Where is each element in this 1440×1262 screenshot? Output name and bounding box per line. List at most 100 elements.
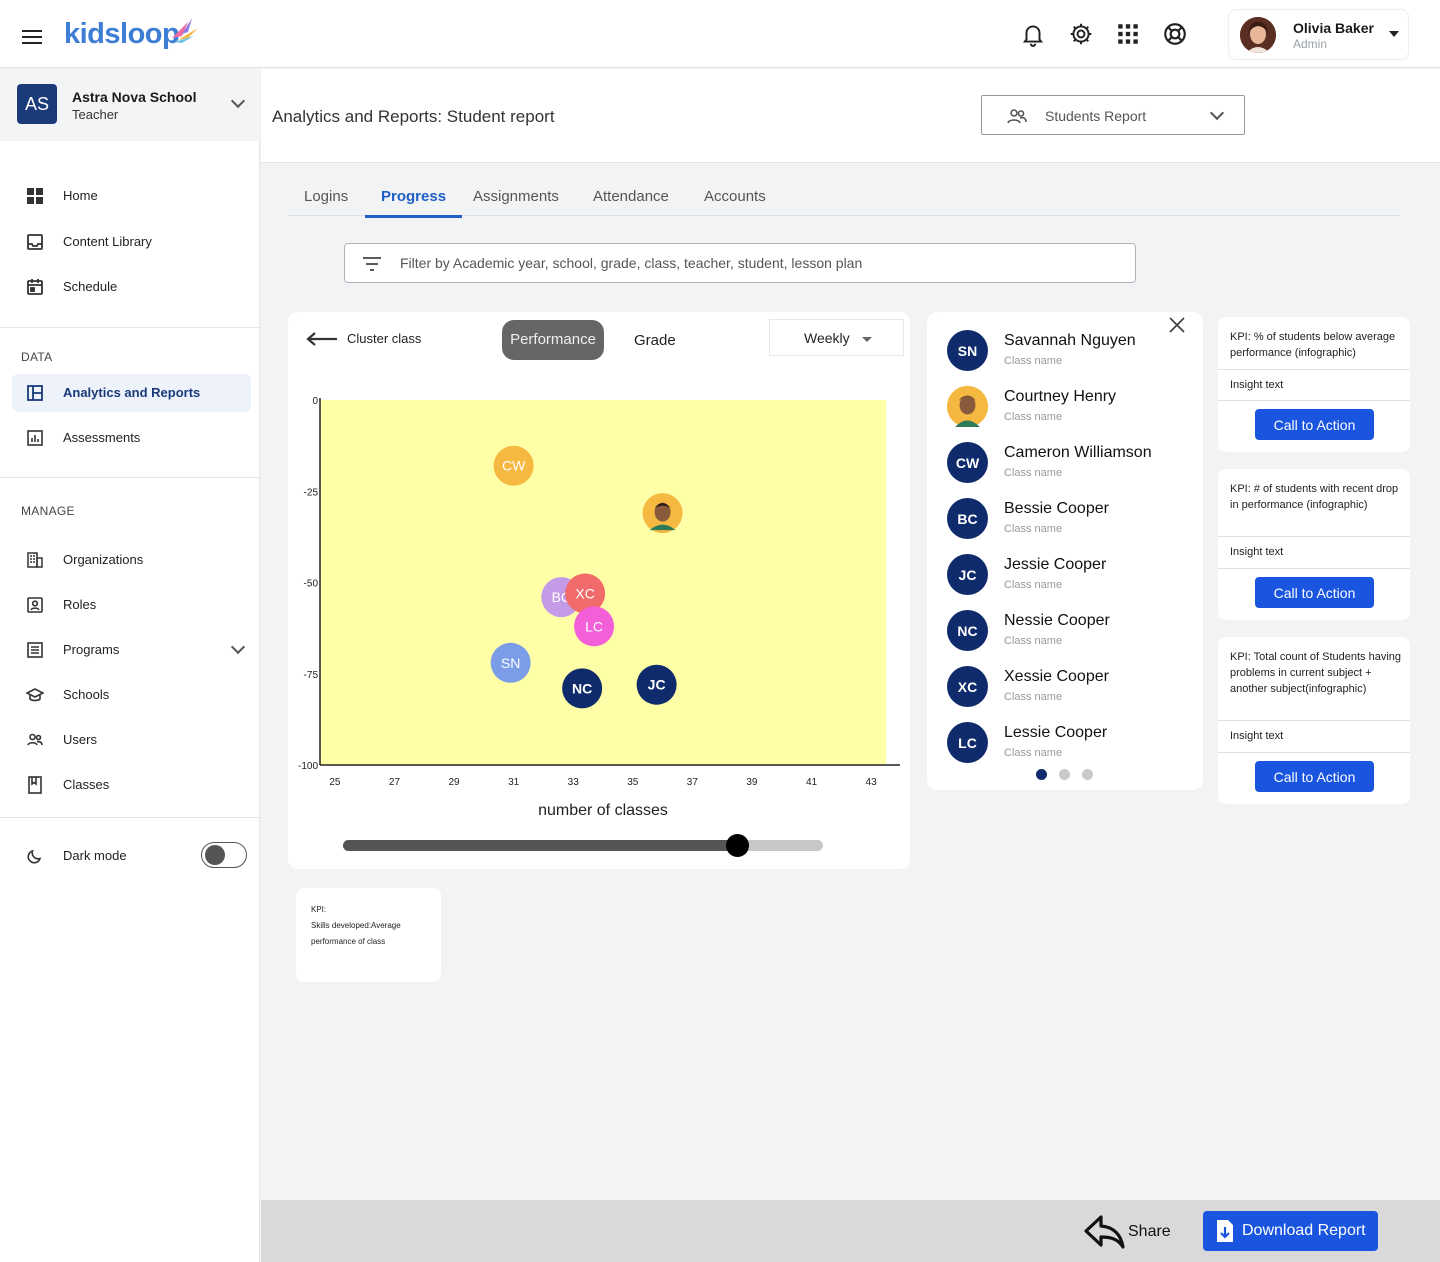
period-select-value: Weekly (804, 330, 850, 346)
slider-handle[interactable] (725, 834, 749, 857)
student-list-item[interactable]: CW Cameron Williamson Class name (947, 438, 1187, 486)
student-avatar: SN (947, 330, 988, 371)
page-header: Analytics and Reports: Student report St… (261, 69, 1440, 163)
org-role: Teacher (72, 107, 119, 122)
student-class-name: Class name (1004, 635, 1063, 647)
sidebar-item-content-library[interactable]: Content Library (12, 223, 251, 261)
sidebar-item-roles[interactable]: Roles (12, 586, 251, 624)
user-role: Admin (1293, 37, 1328, 51)
sidebar-divider (0, 477, 260, 478)
org-name: Astra Nova School (72, 89, 197, 105)
kpi-card: KPI: % of students below average perform… (1218, 317, 1410, 452)
x-tick-label: 39 (746, 777, 758, 788)
user-name: Olivia Baker (1293, 20, 1374, 36)
pagination-dot[interactable] (1059, 769, 1070, 780)
sidebar-item-organizations[interactable]: Organizations (12, 541, 251, 579)
sidebar: AS Astra Nova School Teacher Home Conten… (0, 69, 260, 1262)
x-tick-label: 27 (389, 777, 401, 788)
bell-icon[interactable] (1020, 21, 1046, 47)
kpi-insight: Insight text (1230, 546, 1284, 558)
call-to-action-button[interactable]: Call to Action (1255, 577, 1374, 608)
student-class-name: Class name (1004, 747, 1063, 759)
student-avatar: BC (947, 498, 988, 539)
sidebar-divider (0, 817, 260, 818)
kpi-title: KPI: Total count of Students having prob… (1230, 651, 1402, 695)
chevron-down-icon (1209, 105, 1225, 121)
report-tabs: Logins Progress Assignments Attendance A… (288, 172, 1400, 218)
hamburger-menu-icon[interactable] (22, 30, 42, 44)
student-avatar: CW (947, 442, 988, 483)
period-select[interactable]: Weekly (769, 319, 904, 356)
sidebar-item-schedule[interactable]: Schedule (12, 268, 251, 306)
filter-placeholder: Filter by Academic year, school, grade, … (400, 255, 863, 271)
sidebar-item-users[interactable]: Users (12, 721, 251, 759)
apps-grid-icon[interactable] (1115, 21, 1141, 47)
student-list-item[interactable]: Courtney Henry Class name (947, 382, 1187, 430)
x-tick-label: 25 (329, 777, 341, 788)
badge-icon (27, 597, 43, 613)
tab-attendance[interactable]: Attendance (577, 188, 685, 215)
logo-mark-icon (172, 18, 198, 43)
student-list-item[interactable]: LC Lessie Cooper Class name (947, 718, 1187, 766)
sidebar-item-classes[interactable]: Classes (12, 766, 251, 804)
student-list-item[interactable]: JC Jessie Cooper Class name (947, 550, 1187, 598)
bar-chart-icon (27, 430, 43, 446)
download-report-button[interactable]: Download Report (1203, 1211, 1378, 1251)
student-class-name: Class name (1004, 691, 1063, 703)
download-file-icon (1217, 1220, 1233, 1242)
kpi-title: KPI: # of students with recent drop in p… (1230, 483, 1399, 511)
dark-mode-toggle[interactable] (201, 842, 247, 868)
student-list-item[interactable]: BC Bessie Cooper Class name (947, 494, 1187, 542)
filter-input[interactable]: Filter by Academic year, school, grade, … (344, 243, 1136, 283)
call-to-action-button[interactable]: Call to Action (1255, 409, 1374, 440)
user-avatar (1240, 17, 1276, 53)
tab-progress[interactable]: Progress (365, 188, 463, 218)
school-icon (26, 688, 44, 702)
range-slider[interactable] (343, 834, 823, 857)
brand-logo[interactable]: kidsloop (64, 18, 180, 51)
user-menu[interactable]: Olivia Baker Admin (1228, 9, 1409, 60)
x-tick-label: 35 (627, 777, 639, 788)
home-grid-icon (27, 188, 43, 204)
sidebar-item-schools[interactable]: Schools (12, 676, 251, 714)
help-lifebuoy-icon[interactable] (1162, 21, 1188, 47)
moon-icon (27, 849, 42, 864)
student-name: Savannah Nguyen (1004, 332, 1136, 349)
call-to-action-button[interactable]: Call to Action (1255, 761, 1374, 792)
grade-toggle-button[interactable]: Grade (634, 332, 676, 349)
sidebar-item-label: Content Library (63, 234, 152, 249)
performance-toggle-button[interactable]: Performance (502, 320, 604, 360)
kpi-insight: Insight text (1230, 730, 1284, 742)
data-point-label: SN (501, 655, 520, 671)
arrow-left-icon[interactable] (306, 332, 338, 346)
tab-logins[interactable]: Logins (288, 188, 364, 215)
pagination-dot[interactable] (1082, 769, 1093, 780)
share-button[interactable]: Share (1083, 1212, 1175, 1252)
gear-icon[interactable] (1068, 21, 1094, 47)
kpi-divider (1218, 752, 1410, 753)
x-tick-label: 29 (448, 777, 460, 788)
y-tick-label: -50 (304, 579, 319, 590)
student-avatar: JC (947, 554, 988, 595)
tab-accounts[interactable]: Accounts (688, 188, 782, 215)
sidebar-item-home[interactable]: Home (12, 177, 251, 215)
kpi-card: KPI: # of students with recent drop in p… (1218, 469, 1410, 620)
sidebar-item-analytics[interactable]: Analytics and Reports (12, 374, 251, 412)
student-list-item[interactable]: NC Nessie Cooper Class name (947, 606, 1187, 654)
share-arrow-icon (1084, 1215, 1125, 1249)
sidebar-item-programs[interactable]: Programs (12, 631, 251, 669)
student-name: Courtney Henry (1004, 388, 1117, 405)
student-list-item[interactable]: SN Savannah Nguyen Class name (947, 326, 1187, 374)
chevron-down-icon (230, 93, 246, 109)
org-switcher[interactable]: AS Astra Nova School Teacher (0, 69, 260, 141)
student-name: Xessie Cooper (1004, 668, 1109, 685)
student-list-item[interactable]: XC Xessie Cooper Class name (947, 662, 1187, 710)
tab-assignments[interactable]: Assignments (457, 188, 575, 215)
report-type-select[interactable]: Students Report (981, 95, 1245, 135)
x-axis-label: number of classes (538, 802, 668, 819)
sidebar-item-assessments[interactable]: Assessments (12, 419, 251, 457)
student-name: Bessie Cooper (1004, 500, 1109, 517)
sidebar-item-label: Assessments (63, 430, 141, 445)
student-name: Lessie Cooper (1004, 724, 1108, 741)
pagination-dot[interactable] (1036, 769, 1047, 780)
